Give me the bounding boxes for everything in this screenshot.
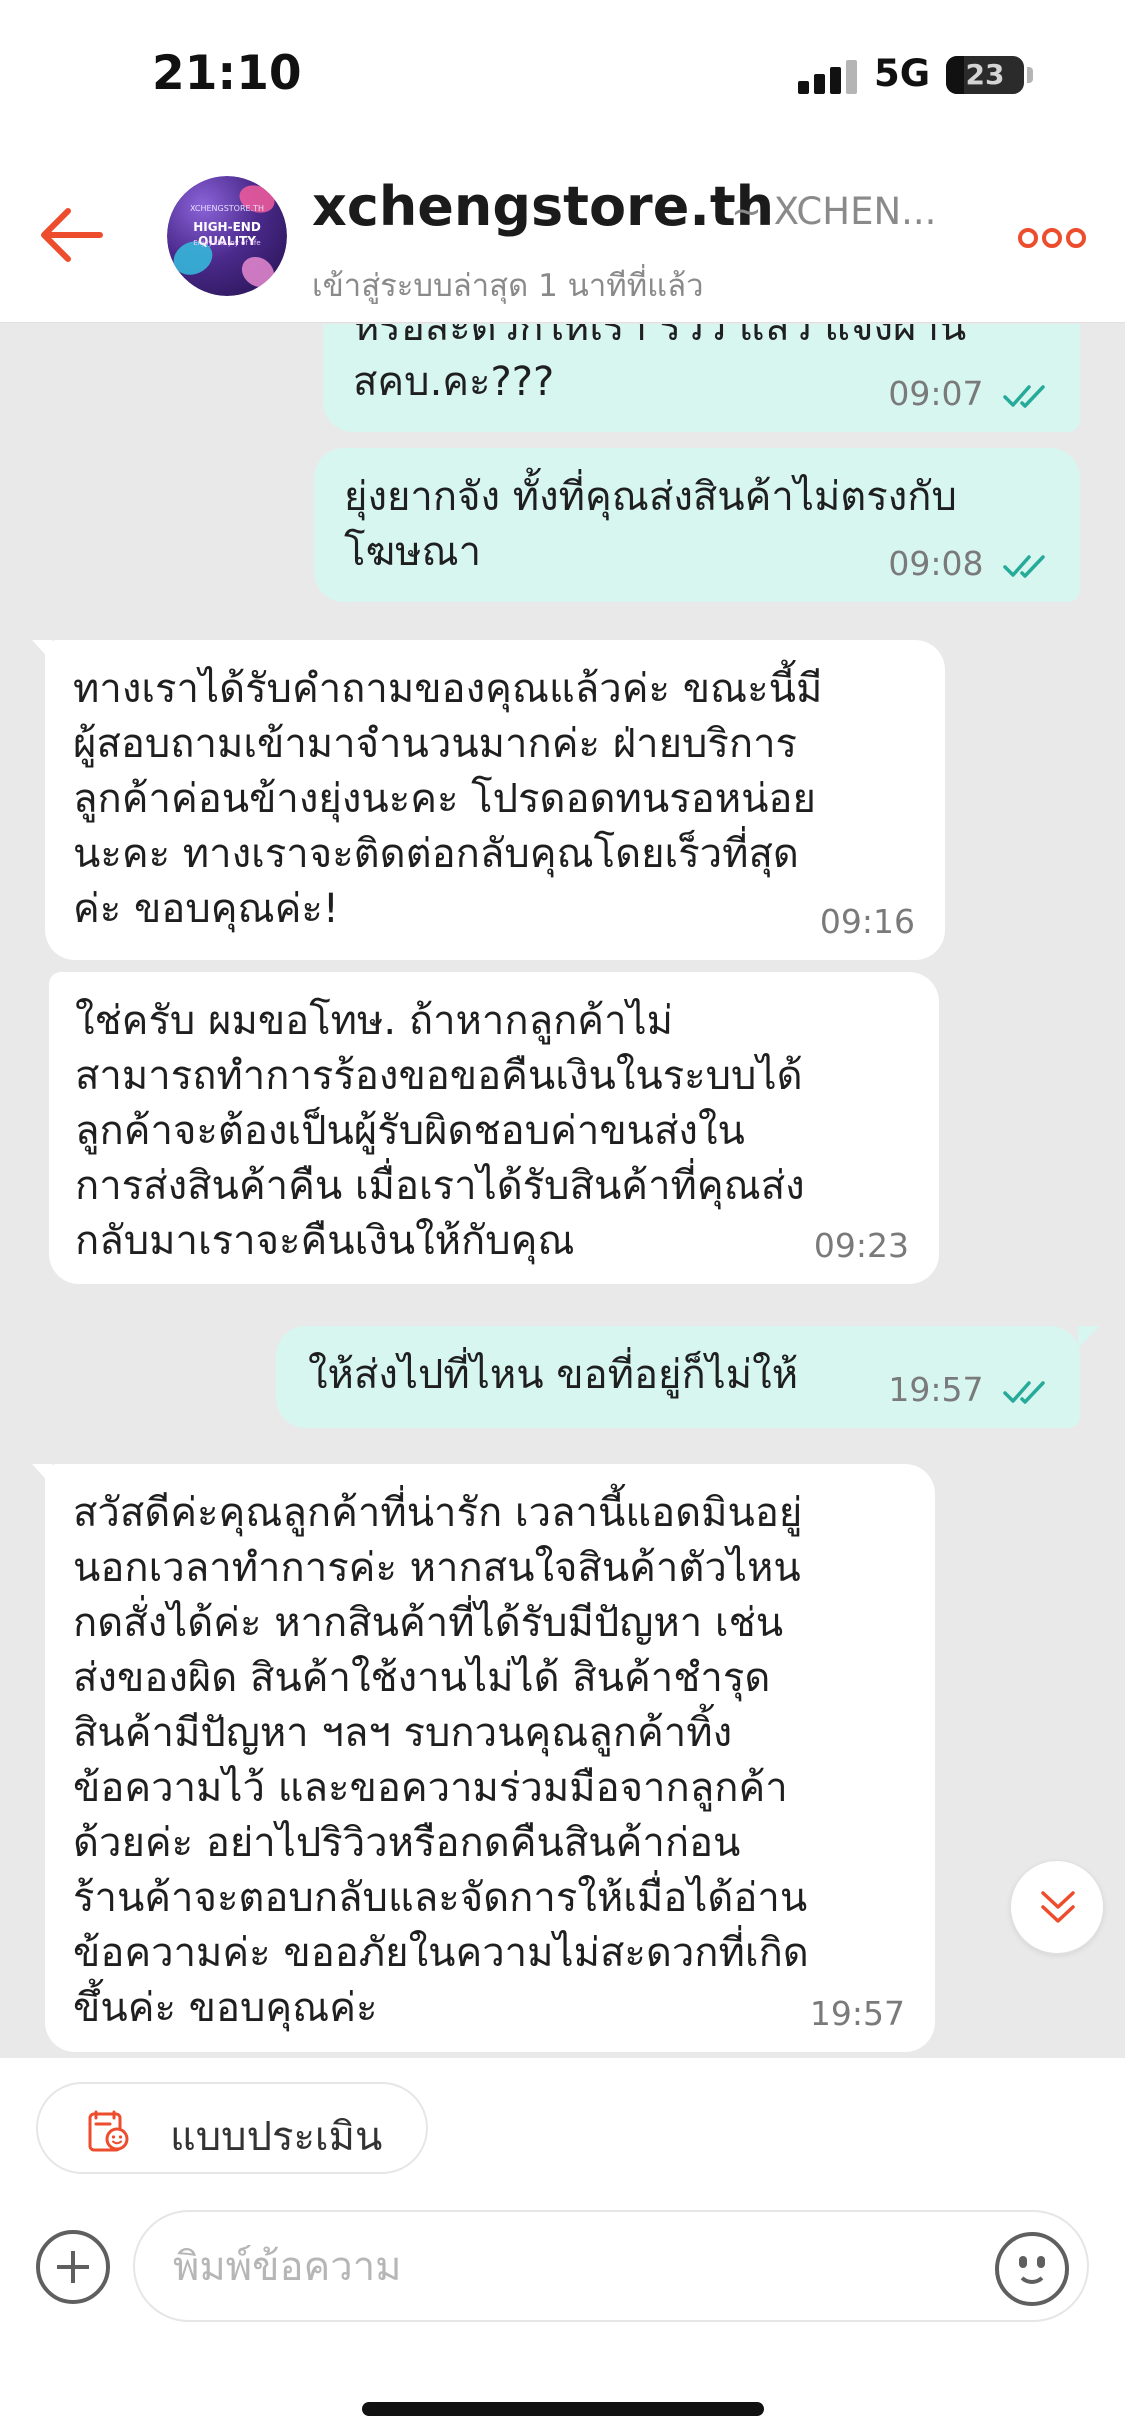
message-bubble-outgoing[interactable]: ยุ่งยากจัง ทั้งที่คุณส่งสินค้าไม่ตรงกับ … <box>314 448 1080 602</box>
double-check-icon <box>1003 384 1045 408</box>
message-time: 09:16 <box>819 902 915 941</box>
status-bar: 21:10 5G 23 <box>0 0 1125 150</box>
message-bubble-outgoing[interactable]: หรือสะดวกให้เรา รีวิว แล้ว แจ้งผ่าน สคบ.… <box>323 324 1080 432</box>
shop-name[interactable]: xchengstore.th <box>312 175 774 238</box>
message-text: สวัสดีค่ะคุณลูกค้าที่น่ารัก เวลานี้แอดมิ… <box>73 1490 809 2031</box>
double-check-icon <box>1003 554 1045 578</box>
message-meta: 19:57 <box>888 1370 1052 1410</box>
rating-form-icon <box>88 2110 129 2152</box>
bubble-tail <box>32 1464 52 1486</box>
scroll-to-bottom-button[interactable] <box>1010 1860 1104 1954</box>
message-input[interactable] <box>173 2238 953 2296</box>
battery-level-text: 23 <box>965 58 1005 91</box>
more-options-button[interactable] <box>1018 228 1086 250</box>
message-text: ทางเราได้รับคำถามของคุณแล้วค่ะ ขณะนี้มี … <box>73 666 823 932</box>
message-bubble-outgoing[interactable]: ให้ส่งไปที่ไหน ขอที่อยู่ก็ไม่ให้ 19:57 <box>276 1326 1100 1428</box>
shop-avatar[interactable]: XCHENGSTORE.TH HIGH-END QUALITY Enjoy th… <box>167 176 287 296</box>
add-attachment-button[interactable] <box>36 2230 110 2304</box>
message-bubble-incoming[interactable]: สวัสดีค่ะคุณลูกค้าที่น่ารัก เวลานี้แอดมิ… <box>32 1464 935 2052</box>
shop-alias: ~ XCHEN... <box>731 190 937 233</box>
message-bubble-incoming[interactable]: ใช่ครับ ผมขอโทษ. ถ้าหากลูกค้าไม่ สามารถท… <box>49 972 939 1284</box>
message-time: 09:08 <box>888 544 984 583</box>
message-meta: 09:08 <box>888 544 1052 584</box>
status-time: 21:10 <box>152 46 302 101</box>
message-meta: 09:07 <box>888 374 1052 414</box>
network-type: 5G <box>874 52 931 95</box>
message-time: 09:07 <box>888 374 984 413</box>
more-dot <box>1042 228 1062 248</box>
chat-header: XCHENGSTORE.TH HIGH-END QUALITY Enjoy th… <box>0 150 1125 323</box>
message-text: ใช่ครับ ผมขอโทษ. ถ้าหากลูกค้าไม่ สามารถท… <box>75 998 805 1264</box>
message-time: 19:57 <box>888 1370 984 1409</box>
chat-screen: 21:10 5G 23 XCHENGSTORE.TH HIGH-END QUAL… <box>0 0 1125 2436</box>
message-list[interactable]: หรือสะดวกให้เรา รีวิว แล้ว แจ้งผ่าน สคบ.… <box>0 324 1125 2057</box>
composer-area: แบบประเมิน <box>0 2058 1125 2436</box>
double-check-icon <box>1003 1380 1045 1404</box>
avatar-brand-text: XCHENGSTORE.TH <box>189 204 265 213</box>
battery-tip <box>1027 67 1033 83</box>
more-dot <box>1066 228 1086 248</box>
smiley-icon-mouth <box>1016 2262 1048 2284</box>
back-button[interactable] <box>34 203 106 267</box>
message-input-box[interactable] <box>133 2210 1089 2322</box>
bubble-tail <box>32 640 52 662</box>
signal-icon <box>798 58 858 94</box>
more-dot <box>1018 228 1038 248</box>
emoji-button[interactable] <box>995 2232 1069 2306</box>
rating-form-label: แบบประเมิน <box>170 2114 383 2160</box>
message-time: 09:23 <box>813 1226 909 1265</box>
battery-icon: 23 <box>946 56 1024 94</box>
message-time: 19:57 <box>809 1994 905 2033</box>
bubble-tail <box>1078 1326 1100 1348</box>
avatar-tagline-text: Enjoy the joy of life <box>193 239 261 247</box>
arrow-left-icon <box>41 208 103 262</box>
last-seen-status: เข้าสู่ระบบล่าสุด 1 นาทีที่แล้ว <box>312 268 704 304</box>
home-indicator <box>362 2402 764 2416</box>
message-bubble-incoming[interactable]: ทางเราได้รับคำถามของคุณแล้วค่ะ ขณะนี้มี … <box>32 640 945 960</box>
rating-form-button[interactable]: แบบประเมิน <box>36 2082 428 2174</box>
chevron-double-down-icon <box>1041 1891 1075 1923</box>
